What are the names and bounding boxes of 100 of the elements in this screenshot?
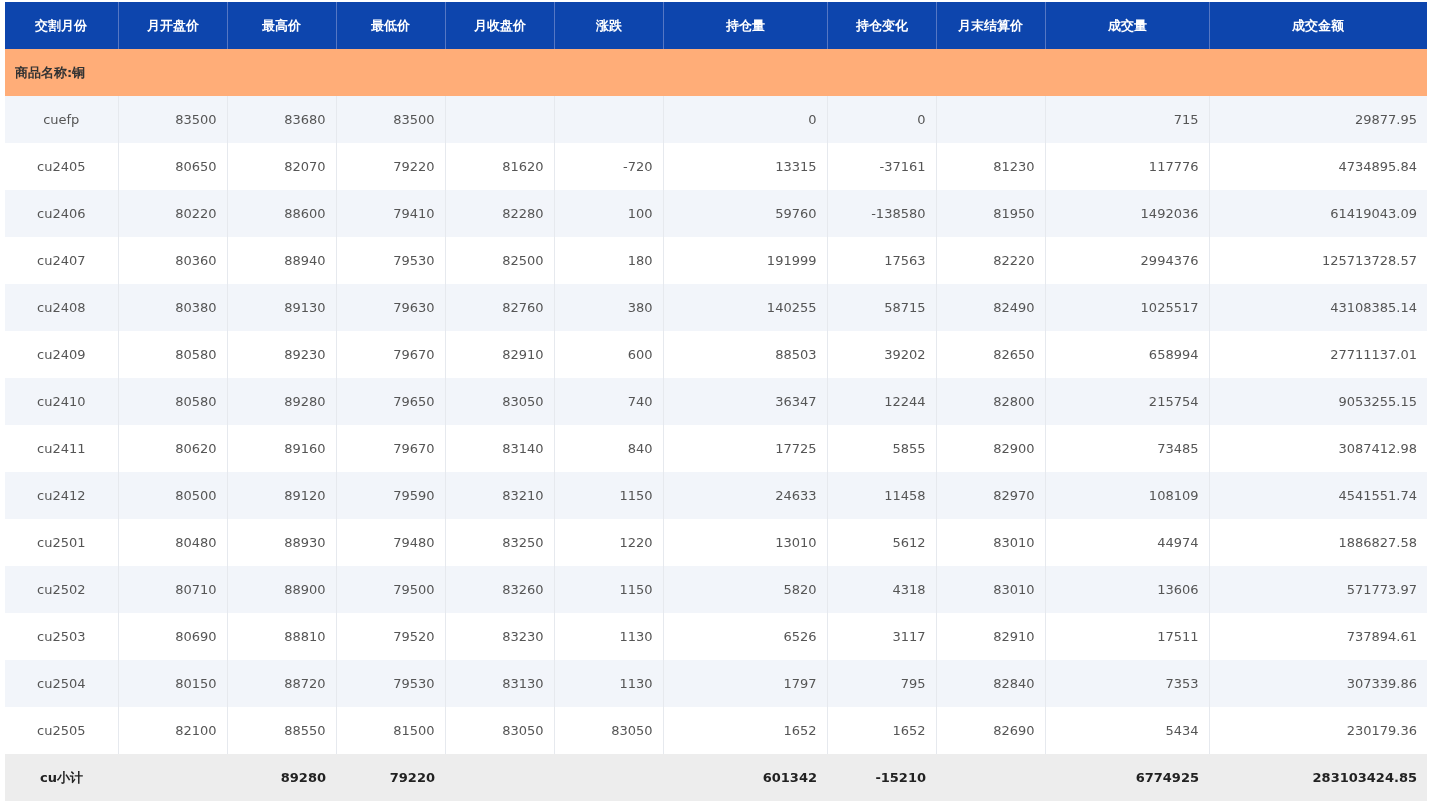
table-cell: cuefp [5, 96, 118, 143]
table-cell: 82490 [936, 284, 1045, 331]
table-cell: 5612 [827, 519, 936, 566]
table-cell: 89160 [227, 425, 336, 472]
column-header: 最高价 [227, 2, 336, 49]
table-cell: 80620 [118, 425, 227, 472]
total-cell: -15210 [827, 754, 936, 801]
table-cell: 82100 [118, 707, 227, 754]
table-cell: 82760 [445, 284, 554, 331]
table-cell: 80650 [118, 143, 227, 190]
table-cell: cu2410 [5, 378, 118, 425]
table-cell: 79650 [336, 378, 445, 425]
table-cell: 13315 [663, 143, 827, 190]
table-cell: 88940 [227, 237, 336, 284]
table-cell: 17511 [1045, 613, 1209, 660]
table-cell: 2994376 [1045, 237, 1209, 284]
table-cell: 1150 [554, 566, 663, 613]
table-cell: 36347 [663, 378, 827, 425]
table-cell: 740 [554, 378, 663, 425]
table-cell: 17563 [827, 237, 936, 284]
table-cell: 80380 [118, 284, 227, 331]
table-cell: cu2503 [5, 613, 118, 660]
table-cell: cu2411 [5, 425, 118, 472]
table-cell: 5434 [1045, 707, 1209, 754]
table-cell: 89130 [227, 284, 336, 331]
table-cell: 1797 [663, 660, 827, 707]
table-cell: 82500 [445, 237, 554, 284]
table-cell: 79590 [336, 472, 445, 519]
table-cell: 5855 [827, 425, 936, 472]
table-cell: 82900 [936, 425, 1045, 472]
table-cell: 82970 [936, 472, 1045, 519]
table-cell: cu2502 [5, 566, 118, 613]
table-cell: 27711137.01 [1209, 331, 1427, 378]
table-cell: 79410 [336, 190, 445, 237]
table-cell: 3087412.98 [1209, 425, 1427, 472]
total-cell: 79220 [336, 754, 445, 801]
table-cell: 82840 [936, 660, 1045, 707]
table-cell: 83260 [445, 566, 554, 613]
table-cell: 89280 [227, 378, 336, 425]
table-cell: 83010 [936, 519, 1045, 566]
table-cell: 215754 [1045, 378, 1209, 425]
table-cell: 11458 [827, 472, 936, 519]
table-cell: 83230 [445, 613, 554, 660]
table-cell: 80220 [118, 190, 227, 237]
table-cell: cu2406 [5, 190, 118, 237]
table-cell: 82650 [936, 331, 1045, 378]
table-cell: 79520 [336, 613, 445, 660]
table-cell: 307339.86 [1209, 660, 1427, 707]
total-cell: 283103424.85 [1209, 754, 1427, 801]
table-cell: 24633 [663, 472, 827, 519]
table-cell: 1025517 [1045, 284, 1209, 331]
table-cell: 79670 [336, 425, 445, 472]
table-cell: 658994 [1045, 331, 1209, 378]
table-cell: 1150 [554, 472, 663, 519]
total-cell: 601342 [663, 754, 827, 801]
table-cell: 80500 [118, 472, 227, 519]
table-cell: 17725 [663, 425, 827, 472]
table-cell: 83680 [227, 96, 336, 143]
table-cell: 83050 [445, 378, 554, 425]
table-cell: 1130 [554, 613, 663, 660]
table-cell: 840 [554, 425, 663, 472]
table-cell: 83050 [554, 707, 663, 754]
table-cell: 5820 [663, 566, 827, 613]
table-cell: cu2408 [5, 284, 118, 331]
table-cell: 88503 [663, 331, 827, 378]
column-header: 持仓变化 [827, 2, 936, 49]
table-cell: 13606 [1045, 566, 1209, 613]
table-cell: 88900 [227, 566, 336, 613]
table-cell: 81620 [445, 143, 554, 190]
table-cell: -138580 [827, 190, 936, 237]
column-header: 成交量 [1045, 2, 1209, 49]
total-cell: 6774925 [1045, 754, 1209, 801]
table-cell: 80690 [118, 613, 227, 660]
table-cell: 89230 [227, 331, 336, 378]
table-cell: 79530 [336, 237, 445, 284]
table-cell: 89120 [227, 472, 336, 519]
table-cell: 230179.36 [1209, 707, 1427, 754]
table-cell: 3117 [827, 613, 936, 660]
table-cell: 117776 [1045, 143, 1209, 190]
total-cell: cu小计 [5, 754, 118, 801]
table-cell: 29877.95 [1209, 96, 1427, 143]
table-cell: 83130 [445, 660, 554, 707]
table-cell: 4541551.74 [1209, 472, 1427, 519]
table-cell: 82800 [936, 378, 1045, 425]
table-cell: 82910 [936, 613, 1045, 660]
table-cell: 83210 [445, 472, 554, 519]
table-cell: 82280 [445, 190, 554, 237]
table-cell: 81500 [336, 707, 445, 754]
table-cell: 80150 [118, 660, 227, 707]
table-cell: cu2409 [5, 331, 118, 378]
group-header-row: 商品名称:铜 [5, 49, 1427, 96]
table-cell: 9053255.15 [1209, 378, 1427, 425]
table-cell: 191999 [663, 237, 827, 284]
table-cell: 7353 [1045, 660, 1209, 707]
table-cell: cu2412 [5, 472, 118, 519]
table-cell: 100 [554, 190, 663, 237]
table-cell: cu2501 [5, 519, 118, 566]
table-cell: 83050 [445, 707, 554, 754]
table-cell: 108109 [1045, 472, 1209, 519]
table-cell: -37161 [827, 143, 936, 190]
